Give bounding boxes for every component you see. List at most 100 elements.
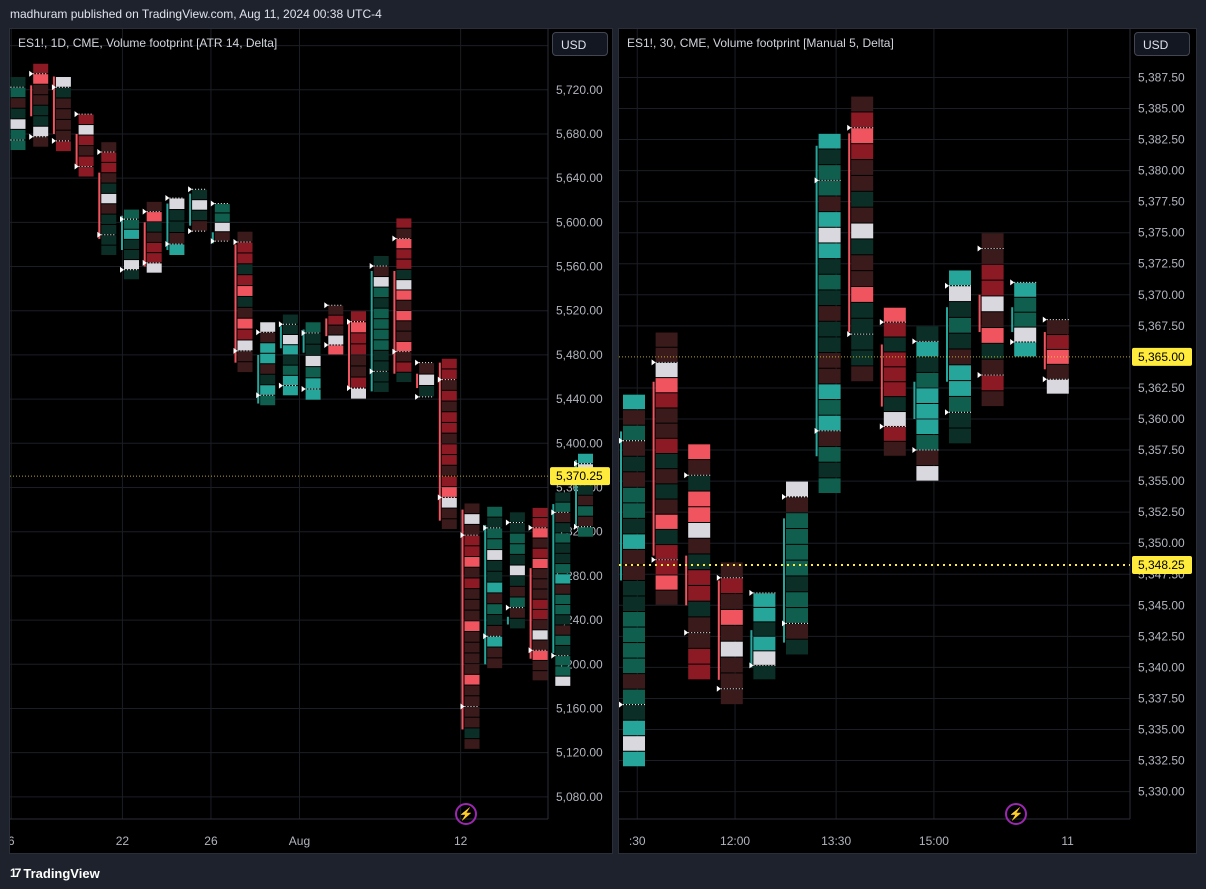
candle-body <box>189 193 192 226</box>
footprint-cell <box>487 550 503 560</box>
footprint-cell <box>883 307 906 322</box>
footprint-cell <box>146 242 162 253</box>
footprint-cell <box>464 685 480 696</box>
footprint-cell <box>688 491 711 507</box>
footprint-cell <box>655 332 678 347</box>
footprint-cell <box>949 302 971 317</box>
footprint-cell <box>818 368 841 384</box>
footprint-cell <box>214 232 230 241</box>
footprint-cell <box>555 594 571 604</box>
footprint-cell <box>555 574 571 584</box>
footprint-cell <box>124 260 139 270</box>
lightning-icon[interactable]: ⚡ <box>455 803 477 825</box>
footprint-cell <box>169 221 185 233</box>
footprint-cell <box>753 651 776 665</box>
footprint-cell <box>655 347 678 362</box>
value-area-marker <box>651 556 656 563</box>
x-tick-label: :30 <box>629 834 646 848</box>
value-area-marker <box>233 239 238 246</box>
candle-body <box>143 222 146 267</box>
footprint-cell <box>818 212 841 227</box>
footprint-cell <box>55 98 71 109</box>
footprint-cell <box>373 319 389 329</box>
footprint-cell <box>509 554 525 565</box>
chart-30min-svg[interactable]: 5,387.50 5,385.00 5,382.50 5,380.00 5,377.50… <box>619 29 1197 854</box>
footprint-cell <box>623 596 645 612</box>
footprint-cell <box>55 77 71 87</box>
footprint-cell <box>55 141 71 152</box>
footprint-cell <box>818 353 841 368</box>
footprint-cell <box>305 333 321 344</box>
footprint-candle <box>256 322 276 406</box>
footprint-cell <box>192 210 208 221</box>
footprint-cell <box>55 130 71 141</box>
footprint-cell <box>883 352 906 367</box>
footprint-cell <box>55 87 71 98</box>
footprint-cell <box>351 366 366 377</box>
value-area-marker <box>188 228 193 235</box>
footprint-cell <box>509 522 525 533</box>
footprint-cell <box>396 341 412 352</box>
footprint-cell <box>396 300 412 311</box>
value-area-marker <box>392 235 397 242</box>
footprint-cell <box>532 528 548 538</box>
footprint-cell <box>688 601 711 617</box>
lightning-icon[interactable]: ⚡ <box>1005 803 1027 825</box>
footprint-cell <box>214 204 230 213</box>
value-area-marker <box>10 86 11 88</box>
footprint-cell <box>532 579 548 589</box>
footprint-cell <box>720 641 743 657</box>
footprint-cell <box>146 222 162 232</box>
footprint-cell <box>464 557 480 567</box>
footprint-cell <box>883 337 906 352</box>
y-tick-label: 5,330.00 <box>1138 785 1185 799</box>
value-area-marker <box>505 604 510 611</box>
value-area-marker <box>551 652 556 659</box>
currency-button-daily[interactable]: USD <box>552 32 608 56</box>
currency-button-30min[interactable]: USD <box>1134 32 1190 56</box>
footprint-cell <box>916 326 939 341</box>
footprint-cell <box>441 412 457 422</box>
footprint-cell <box>981 249 1004 264</box>
footprint-cell <box>441 444 457 455</box>
chart-daily-svg[interactable]: 5,760.005,720.005,680.005,640.005,600.00… <box>10 29 613 854</box>
x-tick-label: 22 <box>116 834 130 848</box>
footprint-cell <box>237 275 253 286</box>
footprint-cell <box>373 350 389 361</box>
footprint-candle <box>912 326 939 481</box>
footprint-cell <box>10 129 26 140</box>
footprint-cell <box>396 228 412 239</box>
footprint-cell <box>555 492 571 502</box>
footprint-candle <box>369 255 389 392</box>
footprint-cell <box>260 395 276 406</box>
footprint-cell <box>532 589 548 599</box>
footprint-cell <box>883 426 906 441</box>
footprint-cell <box>655 560 678 575</box>
footprint-cell <box>532 599 548 609</box>
chart-pane-daily[interactable]: 5,760.005,720.005,680.005,640.005,600.00… <box>9 28 613 854</box>
footprint-cell <box>753 665 776 680</box>
footprint-cell <box>396 269 412 280</box>
footprint-cell <box>1014 342 1037 357</box>
footprint-cell <box>396 372 412 383</box>
footprint-cell <box>441 401 457 412</box>
footprint-cell <box>623 689 645 705</box>
footprint-cell <box>260 385 276 395</box>
footprint-candle <box>120 209 139 280</box>
footprint-cell <box>623 627 645 643</box>
footprint-cell <box>981 312 1004 328</box>
footprint-cell <box>720 609 743 625</box>
footprint-cell <box>237 231 253 242</box>
chart-pane-30min[interactable]: 5,387.50 5,385.00 5,382.50 5,380.00 5,377.50… <box>618 28 1197 854</box>
candle-body <box>652 381 655 556</box>
tradingview-logo[interactable]: 17 TradingView <box>10 860 100 887</box>
footprint-cell <box>555 666 571 676</box>
value-area-marker <box>912 447 917 454</box>
footprint-cell <box>237 329 253 340</box>
footprint-cell <box>169 244 185 255</box>
value-area-marker <box>324 302 329 309</box>
footprint-cell <box>883 397 906 412</box>
footprint-cell <box>101 204 117 214</box>
last-price-label: 5,365.00 <box>1138 350 1185 364</box>
footprint-cell <box>10 140 26 151</box>
